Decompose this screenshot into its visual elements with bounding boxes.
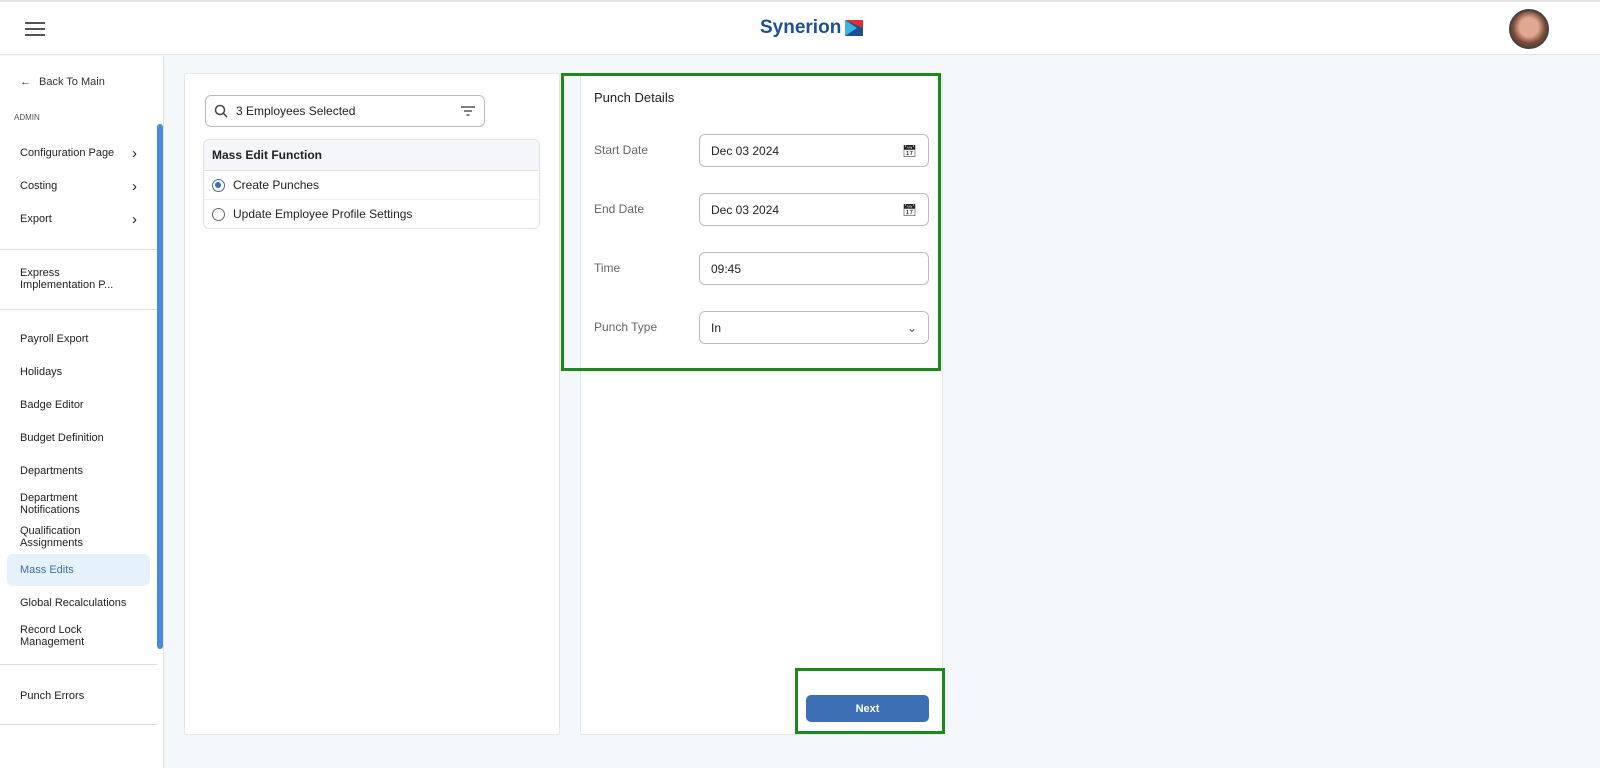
sidebar-item[interactable]: Costing ›: [7, 170, 150, 202]
sidebar-item[interactable]: Departments: [7, 455, 150, 487]
logo-text: Synerion: [760, 17, 842, 38]
employee-search-input[interactable]: 3 Employees Selected: [205, 95, 485, 127]
sidebar-item[interactable]: Punch Errors: [7, 680, 150, 712]
logo: Synerion: [760, 17, 864, 39]
list-header: Mass Edit Function: [204, 140, 539, 171]
search-icon: [214, 104, 228, 118]
option-update-profile[interactable]: Update Employee Profile Settings: [204, 200, 539, 228]
sidebar-item[interactable]: Badge Editor: [7, 389, 150, 421]
chevron-right-icon: ›: [132, 210, 137, 228]
radio-selected[interactable]: [212, 178, 225, 192]
sidebar-item-label: Mass Edits: [20, 564, 74, 576]
divider: [0, 664, 157, 665]
sidebar-item-label: Export: [20, 213, 52, 225]
sidebar-item[interactable]: Qualification Assignments: [7, 521, 150, 553]
sidebar-item[interactable]: Mass Edits: [7, 554, 150, 586]
sidebar-scrollbar[interactable]: [157, 124, 163, 649]
section-label: ADMIN: [14, 113, 40, 122]
sidebar-item[interactable]: Configuration Page ›: [7, 137, 150, 169]
mass-edit-function-list: Mass Edit Function Create Punches Update…: [203, 139, 540, 229]
sidebar-item-label: Record Lock Management: [20, 624, 85, 648]
sidebar-item[interactable]: Export ›: [7, 203, 150, 235]
sidebar-item-label: Costing: [20, 180, 58, 192]
next-button[interactable]: Next: [806, 695, 929, 722]
sidebar-item[interactable]: Global Recalculations: [7, 587, 150, 619]
chevron-right-icon: ›: [132, 144, 137, 162]
sidebar: ← Back To Main ADMIN Configuration Page › C…: [0, 56, 164, 768]
sidebar-item-label: Punch Errors: [20, 690, 85, 702]
highlight-box: [561, 73, 941, 371]
chevron-right-icon: ›: [132, 177, 137, 195]
back-label: Back To Main: [39, 76, 105, 88]
logo-flag-icon: [845, 20, 864, 36]
top-bar: Synerion: [0, 0, 1600, 55]
option-label: Create Punches: [233, 178, 320, 192]
sidebar-item-label: Budget Definition: [20, 432, 104, 444]
search-value: 3 Employees Selected: [236, 104, 356, 118]
sidebar-item[interactable]: Express Implementation P...: [7, 263, 150, 295]
sidebar-item-label: Holidays: [20, 366, 63, 378]
sidebar-item[interactable]: Budget Definition: [7, 422, 150, 454]
divider: [0, 724, 157, 725]
back-to-main-link[interactable]: ← Back To Main: [20, 76, 105, 88]
arrow-left-icon: ←: [20, 76, 31, 88]
sidebar-item-label: Department Notifications: [20, 492, 80, 516]
sidebar-item[interactable]: Department Notifications: [7, 488, 150, 520]
avatar[interactable]: [1509, 9, 1549, 49]
sidebar-item-label: Global Recalculations: [20, 597, 127, 609]
sidebar-item-label: Badge Editor: [20, 399, 84, 411]
sidebar-item[interactable]: Payroll Export: [7, 323, 150, 355]
option-label: Update Employee Profile Settings: [233, 207, 413, 221]
divider: [0, 249, 157, 250]
sidebar-item[interactable]: Record Lock Management: [7, 620, 150, 652]
menu-icon[interactable]: [25, 22, 45, 36]
filter-icon[interactable]: [460, 105, 476, 117]
function-panel: 3 Employees Selected Mass Edit Function …: [184, 73, 560, 735]
option-create-punches[interactable]: Create Punches: [204, 171, 539, 200]
sidebar-item-label: Qualification Assignments: [20, 525, 83, 549]
radio-unselected[interactable]: [212, 207, 225, 221]
sidebar-item-label: Configuration Page: [20, 147, 115, 159]
sidebar-item-label: Payroll Export: [20, 333, 89, 345]
sidebar-item-label: Express Implementation P...: [20, 267, 114, 291]
sidebar-item[interactable]: Holidays: [7, 356, 150, 388]
divider: [0, 309, 157, 310]
sidebar-item-label: Departments: [20, 465, 83, 477]
